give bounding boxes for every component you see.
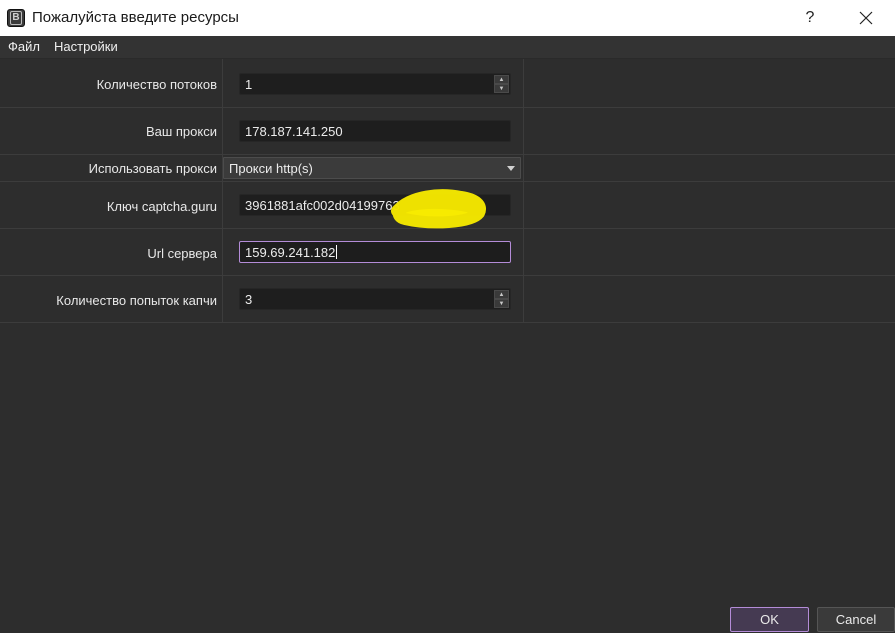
threads-spinbox[interactable]: 1 ▲ ▼ xyxy=(239,73,511,95)
captcha-attempts-stepper[interactable]: ▲ ▼ xyxy=(494,290,509,308)
spin-up-icon[interactable]: ▲ xyxy=(494,290,509,299)
app-icon: B xyxy=(7,9,25,27)
cancel-button[interactable]: Cancel xyxy=(817,607,895,632)
use-proxy-select[interactable]: Прокси http(s) xyxy=(223,157,521,179)
close-button[interactable] xyxy=(850,4,882,32)
ok-button[interactable]: OK xyxy=(730,607,809,632)
captcha-attempts-spinbox[interactable]: 3 ▲ ▼ xyxy=(239,288,511,310)
proxy-row: Ваш прокси 178.187.141.250 xyxy=(0,108,895,155)
server-url-row: Url сервера 159.69.241.182 xyxy=(0,229,895,276)
chevron-down-icon xyxy=(507,166,515,171)
server-url-input[interactable]: 159.69.241.182 xyxy=(239,241,511,263)
redaction-scribble xyxy=(391,189,486,229)
spin-down-icon[interactable]: ▼ xyxy=(494,84,509,93)
proxy-value: 178.187.141.250 xyxy=(245,124,343,139)
captcha-key-value: 3961881afc002d04199763 xyxy=(245,198,400,213)
proxy-label: Ваш прокси xyxy=(145,124,217,139)
server-url-value: 159.69.241.182 xyxy=(245,245,336,260)
menu-settings[interactable]: Настройки xyxy=(54,39,118,54)
use-proxy-row: Использовать прокси Прокси http(s) xyxy=(0,155,895,182)
spin-down-icon[interactable]: ▼ xyxy=(494,299,509,308)
server-url-label: Url сервера xyxy=(147,246,217,261)
threads-label: Количество потоков xyxy=(96,77,217,92)
captcha-key-label: Ключ captcha.guru xyxy=(106,199,217,214)
menu-bar: Файл Настройки xyxy=(0,36,895,59)
threads-value: 1 xyxy=(245,77,253,92)
text-caret xyxy=(336,245,338,259)
proxy-input[interactable]: 178.187.141.250 xyxy=(239,120,511,142)
spin-up-icon[interactable]: ▲ xyxy=(494,75,509,84)
threads-row: Количество потоков 1 ▲ ▼ xyxy=(0,59,895,108)
app-icon-letter: B xyxy=(10,11,22,25)
captcha-attempts-row: Количество попыток капчи 3 ▲ ▼ xyxy=(0,276,895,323)
captcha-attempts-value: 3 xyxy=(245,292,253,307)
window-title: Пожалуйста введите ресурсы xyxy=(32,9,239,26)
menu-file[interactable]: Файл xyxy=(8,39,40,54)
help-button[interactable]: ? xyxy=(796,4,824,32)
close-icon xyxy=(859,11,873,25)
use-proxy-selected: Прокси http(s) xyxy=(229,161,313,176)
use-proxy-label: Использовать прокси xyxy=(88,161,217,176)
threads-stepper[interactable]: ▲ ▼ xyxy=(494,75,509,93)
title-bar: B Пожалуйста введите ресурсы ? xyxy=(0,0,895,36)
captcha-attempts-label: Количество попыток капчи xyxy=(56,293,217,308)
